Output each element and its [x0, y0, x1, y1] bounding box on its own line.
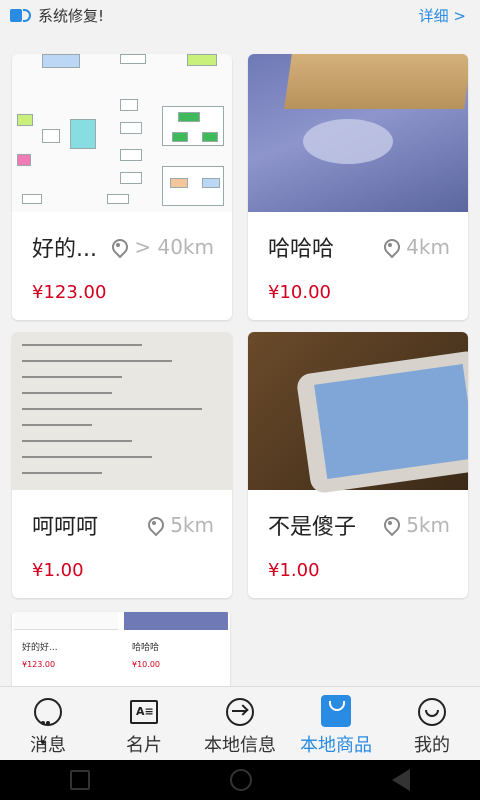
location-pin-icon [110, 239, 126, 255]
tab-mine[interactable]: 我的 [384, 687, 480, 760]
tab-local-goods[interactable]: 本地商品 [288, 687, 384, 760]
product-name: 好的... [32, 237, 97, 262]
product-distance: 4km [406, 235, 450, 259]
smile-icon [415, 695, 449, 729]
arrow-circle-icon [223, 695, 257, 729]
location-pin-icon [382, 517, 398, 533]
product-image [12, 332, 232, 490]
product-image [248, 54, 468, 212]
product-distance: 5km [406, 513, 450, 537]
product-price: ¥123.00 [32, 282, 107, 303]
recent-apps-icon[interactable] [70, 770, 90, 790]
tab-messages[interactable]: 消息 [0, 687, 96, 760]
notice-more-link[interactable]: 详细 > [419, 5, 466, 26]
preview-price: ¥123.00 [22, 660, 56, 669]
preview-thumbnail: 好的好... ¥123.00 哈哈哈 ¥10.00 [12, 612, 230, 692]
back-icon[interactable] [392, 769, 410, 791]
chat-bubble-icon [31, 695, 65, 744]
notice-bar[interactable]: 系统修复! 详细 > [0, 0, 480, 30]
product-card[interactable]: 不是傻子 5km ¥1.00 [248, 332, 468, 598]
speaker-icon [10, 6, 32, 24]
tab-label: 消息 [30, 735, 66, 756]
location-pin-icon [382, 239, 398, 255]
product-price: ¥10.00 [268, 282, 331, 303]
product-price: ¥1.00 [268, 560, 320, 581]
preview-name: 好的好... [22, 643, 58, 653]
product-card[interactable]: 呵呵呵 5km ¥1.00 [12, 332, 232, 598]
system-nav-bar [0, 760, 480, 800]
tab-local-info[interactable]: 本地信息 [192, 687, 288, 760]
tab-label: 本地商品 [300, 735, 372, 756]
product-name: 不是傻子 [268, 515, 357, 540]
product-image [248, 332, 468, 495]
product-card[interactable]: 哈哈哈 4km ¥10.00 [248, 54, 468, 320]
bottom-tab-bar: 消息 A≡ 名片 本地信息 本地商品 我的 [0, 686, 480, 760]
preview-price: ¥10.00 [132, 660, 160, 669]
tab-business-card[interactable]: A≡ 名片 [96, 687, 192, 760]
product-distance: 5km [170, 513, 214, 537]
product-name: 呵呵呵 [32, 515, 99, 540]
product-distance: > 40km [134, 235, 214, 259]
business-card-icon: A≡ [127, 695, 161, 729]
tab-label: 我的 [414, 735, 450, 756]
product-name: 哈哈哈 [268, 237, 335, 262]
tab-label: 名片 [126, 735, 162, 756]
home-icon[interactable] [230, 769, 252, 791]
notice-text: 系统修复! [38, 6, 105, 25]
preview-name: 哈哈哈 [132, 643, 160, 653]
product-image [12, 54, 232, 212]
tab-label: 本地信息 [204, 735, 276, 756]
product-card[interactable]: 好的... > 40km ¥123.00 [12, 54, 232, 320]
shopping-bag-icon [319, 695, 353, 729]
product-price: ¥1.00 [32, 560, 84, 581]
location-pin-icon [146, 517, 162, 533]
